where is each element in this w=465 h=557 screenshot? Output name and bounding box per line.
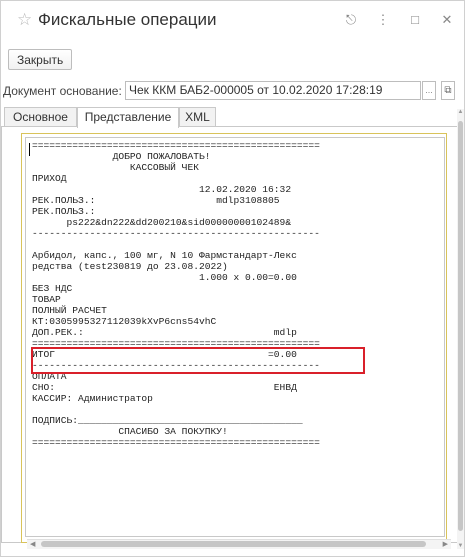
tabs: Основное Представление XML — [1, 107, 464, 128]
scroll-up-icon[interactable]: ▲ — [457, 109, 464, 115]
document-basis-field[interactable]: Чек ККМ БАБ2-000005 от 10.02.2020 17:28:… — [125, 81, 421, 100]
title-bar-icons: ⎋ ⋮ □ ✕ — [344, 12, 454, 28]
tab-xml[interactable]: XML — [179, 107, 216, 126]
horizontal-scroll-thumb[interactable] — [41, 541, 426, 547]
scroll-left-icon[interactable]: ◀ — [30, 540, 35, 548]
scroll-right-icon[interactable]: ▶ — [443, 540, 448, 548]
text-caret — [29, 143, 30, 156]
vertical-scroll-thumb[interactable] — [458, 121, 463, 531]
window-title: Фискальные операции — [38, 10, 217, 29]
vertical-scrollbar[interactable]: ▲ ▼ — [457, 109, 464, 549]
horizontal-scrollbar[interactable]: ◀ ▶ — [27, 539, 451, 549]
open-document-icon[interactable]: ⧉ — [441, 81, 455, 100]
close-button[interactable]: Закрыть — [8, 49, 73, 70]
more-icon[interactable]: ⋮ — [376, 12, 390, 28]
maximize-icon[interactable]: □ — [408, 12, 422, 28]
highlight-box — [31, 347, 365, 374]
scroll-down-icon[interactable]: ▼ — [457, 543, 464, 549]
tab-presentation[interactable]: Представление — [77, 107, 179, 128]
document-basis-label: Документ основание: — [3, 84, 122, 98]
select-document-button[interactable]: ... — [422, 81, 436, 100]
close-icon[interactable]: ✕ — [440, 12, 454, 28]
link-icon[interactable]: ⎋ — [344, 12, 358, 28]
document-basis-row: Документ основание: Чек ККМ БАБ2-000005 … — [1, 81, 464, 101]
fiscal-operations-window: ☆ Фискальные операции ⎋ ⋮ □ ✕ Закрыть До… — [0, 0, 465, 557]
receipt-text: ========================================… — [32, 140, 320, 448]
favorite-star-icon[interactable]: ☆ — [17, 10, 32, 30]
title-bar: ☆ Фискальные операции ⎋ ⋮ □ ✕ — [1, 1, 464, 39]
tab-main[interactable]: Основное — [4, 107, 77, 126]
